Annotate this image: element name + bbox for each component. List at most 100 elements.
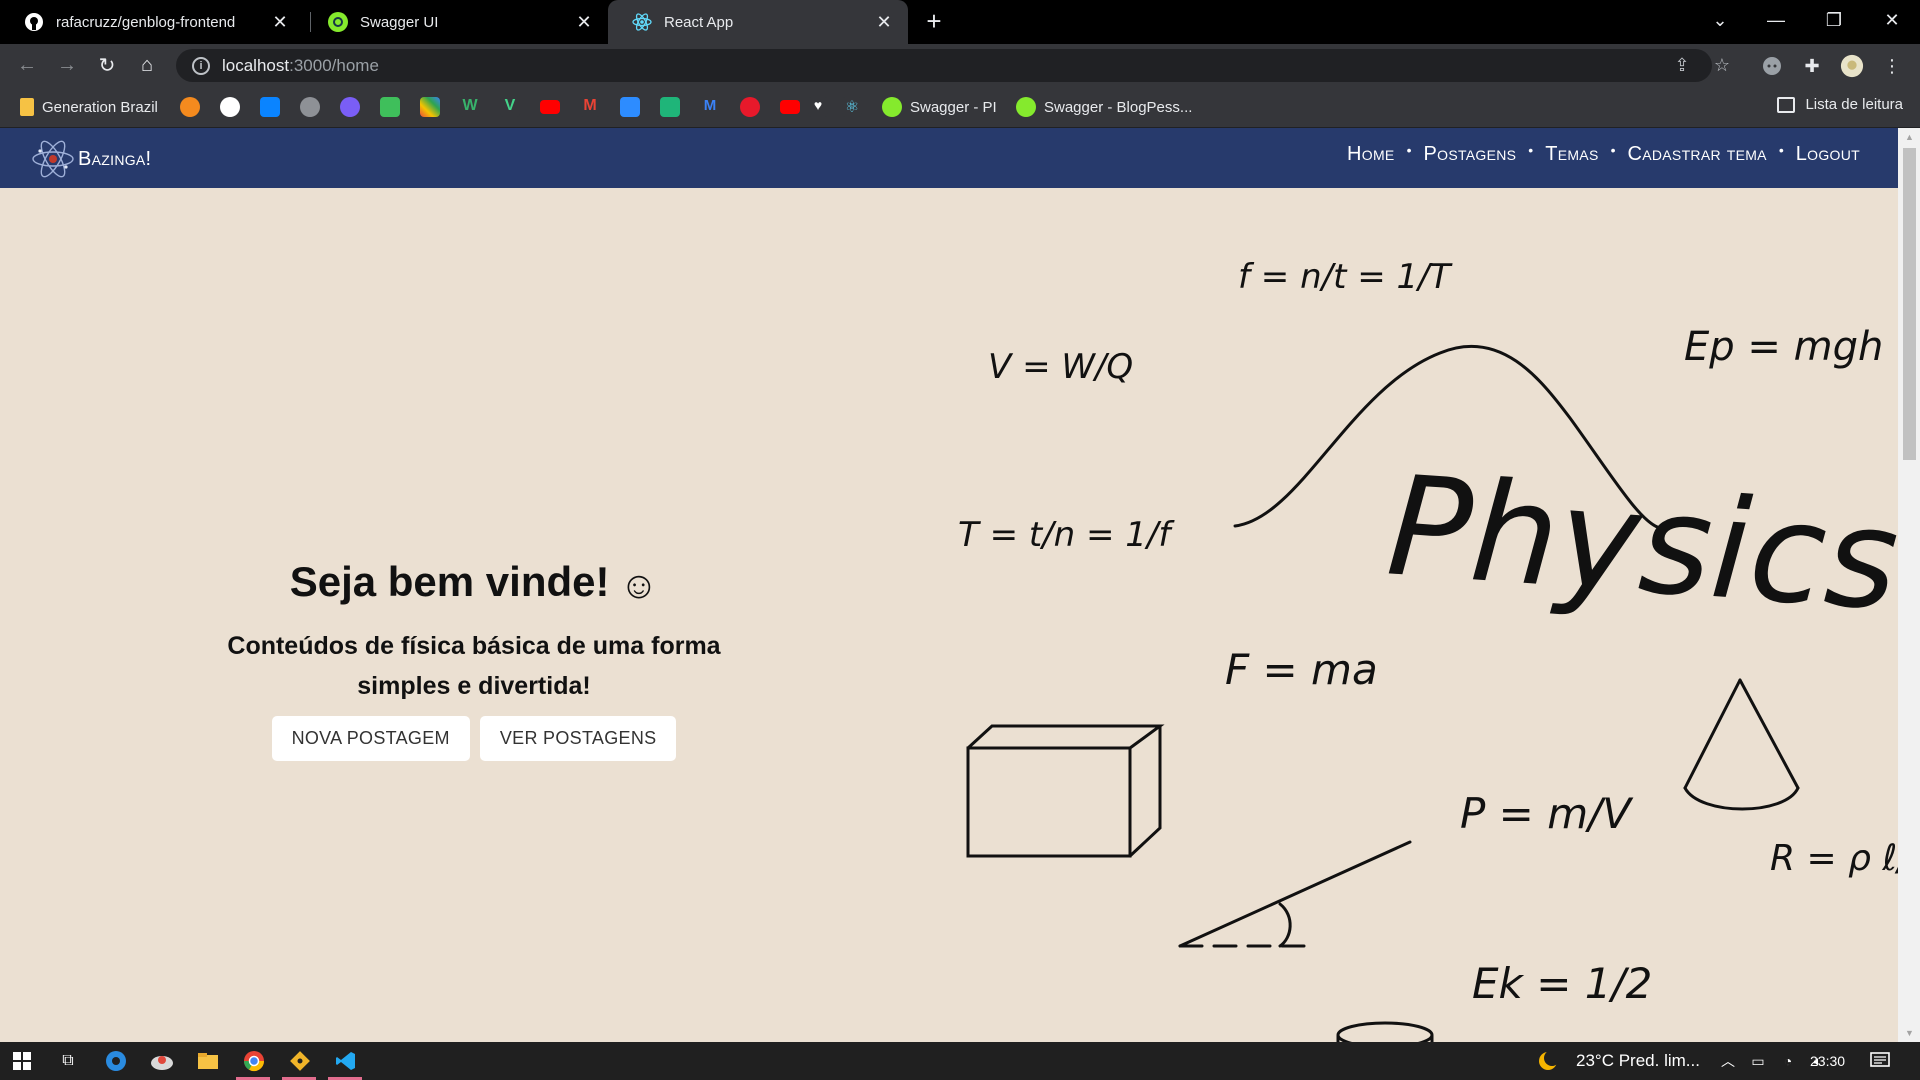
- scrollbar-thumb[interactable]: [1903, 148, 1916, 460]
- git-icon[interactable]: [288, 1049, 312, 1073]
- incline-ramp: [1178, 840, 1412, 948]
- reload-icon[interactable]: ↻: [92, 51, 122, 79]
- device-icon[interactable]: ▭: [1746, 1049, 1770, 1073]
- brand-name: Bazinga!: [78, 147, 152, 170]
- gmail-icon[interactable]: M: [580, 97, 600, 117]
- heart-icon[interactable]: ♥: [808, 97, 828, 117]
- edge-icon[interactable]: [104, 1049, 128, 1073]
- bookmark-swagger-blogpess[interactable]: Swagger - BlogPess...: [1016, 96, 1192, 118]
- weather-text[interactable]: 23°C Pred. lim...: [1576, 1051, 1700, 1071]
- windows-start-icon[interactable]: [10, 1049, 34, 1073]
- nav-cadastrar-tema[interactable]: Cadastrar tema: [1628, 143, 1767, 166]
- cylinder-left-top: [1336, 1021, 1434, 1042]
- tab-title: rafacruzz/genblog-frontend: [56, 13, 236, 31]
- app-navbar: Bazinga! Home • Postagens • Temas • Cada…: [0, 128, 1898, 188]
- bookmark-star-icon[interactable]: ☆: [1711, 54, 1733, 76]
- mj-icon[interactable]: M: [700, 97, 720, 117]
- bookmark-label: Swagger - PI: [910, 98, 997, 116]
- close-tab-icon[interactable]: ✕: [572, 10, 596, 34]
- share-icon[interactable]: ⇪: [1671, 54, 1693, 76]
- wifi-icon[interactable]: ◔: [1776, 1049, 1800, 1073]
- tab-title: Swagger UI: [360, 13, 439, 31]
- youtube-icon[interactable]: [540, 100, 560, 114]
- tab-search-icon[interactable]: ⌄: [1692, 0, 1748, 40]
- app-icon[interactable]: [300, 97, 320, 117]
- discord-icon[interactable]: [340, 97, 360, 117]
- cone-base: [1683, 786, 1800, 811]
- github-icon[interactable]: [220, 97, 240, 117]
- android-icon[interactable]: [380, 97, 400, 117]
- bookmark-generation-brazil[interactable]: Generation Brazil: [20, 96, 158, 118]
- chrome-icon[interactable]: [242, 1049, 266, 1073]
- v-icon[interactable]: V: [500, 97, 520, 117]
- formula-period: T = t/n = 1/f: [958, 515, 1175, 555]
- new-tab-button[interactable]: +: [920, 8, 948, 36]
- minimize-icon[interactable]: —: [1748, 0, 1804, 40]
- bookmark-swagger-pi[interactable]: Swagger - PI: [882, 96, 997, 118]
- site-info-icon[interactable]: i: [192, 56, 210, 75]
- app-icon[interactable]: [150, 1049, 174, 1073]
- reading-list-label: Lista de leitura: [1805, 96, 1903, 113]
- reading-list-button[interactable]: Lista de leitura: [1777, 96, 1903, 113]
- close-tab-icon[interactable]: ✕: [872, 10, 896, 34]
- url-host: localhost: [222, 55, 290, 75]
- close-tab-icon[interactable]: ✕: [268, 10, 292, 34]
- colors-icon[interactable]: [420, 97, 440, 117]
- file-explorer-icon[interactable]: [196, 1049, 220, 1073]
- vscode-icon[interactable]: [260, 97, 280, 117]
- clock-time[interactable]: 23:30: [1810, 1053, 1845, 1069]
- menu-kebab-icon[interactable]: ⋮: [1880, 54, 1904, 78]
- weather-moon-icon[interactable]: [1536, 1049, 1560, 1073]
- zoom-icon[interactable]: [620, 97, 640, 117]
- cloud-icon[interactable]: [180, 97, 200, 117]
- smile-icon: ☺: [619, 564, 659, 607]
- youtube-icon[interactable]: [780, 100, 800, 114]
- nav-home[interactable]: Home: [1347, 143, 1395, 166]
- brand[interactable]: Bazinga!: [30, 136, 151, 182]
- bookmark-label: Generation Brazil: [42, 98, 158, 116]
- page-viewport: Bazinga! Home • Postagens • Temas • Cada…: [0, 128, 1898, 1042]
- address-bar[interactable]: i localhost:3000/home: [176, 49, 1712, 82]
- physics-title: Physics: [1383, 445, 1898, 641]
- tray-chevron-up-icon[interactable]: ︿: [1716, 1049, 1740, 1073]
- ver-postagens-button[interactable]: VER POSTAGENS: [479, 716, 677, 761]
- swagger-icon: [882, 97, 902, 117]
- formula-kinetic-energy: Ek = 1/2: [1472, 959, 1652, 1008]
- incline-angle: [1278, 902, 1292, 948]
- notifications-icon[interactable]: [1868, 1049, 1892, 1073]
- formula-frequency: f = n/t = 1/T: [1238, 257, 1453, 297]
- vscode-icon[interactable]: [334, 1049, 358, 1073]
- nova-postagem-button[interactable]: NOVA POSTAGEM: [271, 716, 470, 761]
- close-window-icon[interactable]: ✕: [1864, 0, 1920, 40]
- arrow-app-icon[interactable]: [740, 97, 760, 117]
- nav-postagens[interactable]: Postagens: [1423, 143, 1516, 166]
- formula-density: P = m/V: [1460, 789, 1634, 838]
- nav-separator: •: [1406, 141, 1412, 158]
- physics-illustration: Physics f = n/t = 1/T V = W/Q Ep = mgh T…: [958, 257, 1898, 1042]
- nav-temas[interactable]: Temas: [1545, 143, 1598, 166]
- box-top: [966, 724, 1165, 750]
- scroll-down-arrow-icon[interactable]: ▼: [1903, 1028, 1916, 1040]
- profile-avatar[interactable]: [1840, 54, 1864, 78]
- react-icon[interactable]: ⚛: [842, 97, 862, 117]
- extension-discord-icon[interactable]: [1760, 54, 1784, 78]
- translate-icon[interactable]: [660, 97, 680, 117]
- tab-react-app[interactable]: React App ✕: [608, 0, 908, 44]
- tab-title: React App: [664, 13, 734, 31]
- nav-separator: •: [1528, 141, 1534, 158]
- home-icon[interactable]: ⌂: [132, 51, 162, 79]
- url-path: :3000/home: [289, 55, 379, 75]
- back-icon[interactable]: ←: [12, 51, 42, 79]
- restore-icon[interactable]: ❐: [1806, 0, 1862, 40]
- w-icon[interactable]: W: [460, 97, 480, 117]
- nav-logout[interactable]: Logout: [1796, 143, 1860, 166]
- task-view-icon[interactable]: ⧉: [56, 1049, 80, 1073]
- scroll-up-arrow-icon[interactable]: ▲: [1903, 132, 1916, 144]
- tab-swagger[interactable]: Swagger UI ✕: [304, 0, 608, 44]
- browser-tab-bar: rafacruzz/genblog-frontend ✕ Swagger UI …: [0, 0, 1920, 44]
- browser-toolbar: ← → ↻ ⌂ i localhost:3000/home ⇪ ☆ ✚ ⋮: [0, 44, 1920, 86]
- forward-icon[interactable]: →: [52, 51, 82, 79]
- tab-github[interactable]: rafacruzz/genblog-frontend ✕: [0, 0, 304, 44]
- reading-list-icon: [1777, 96, 1796, 113]
- extensions-puzzle-icon[interactable]: ✚: [1800, 54, 1824, 78]
